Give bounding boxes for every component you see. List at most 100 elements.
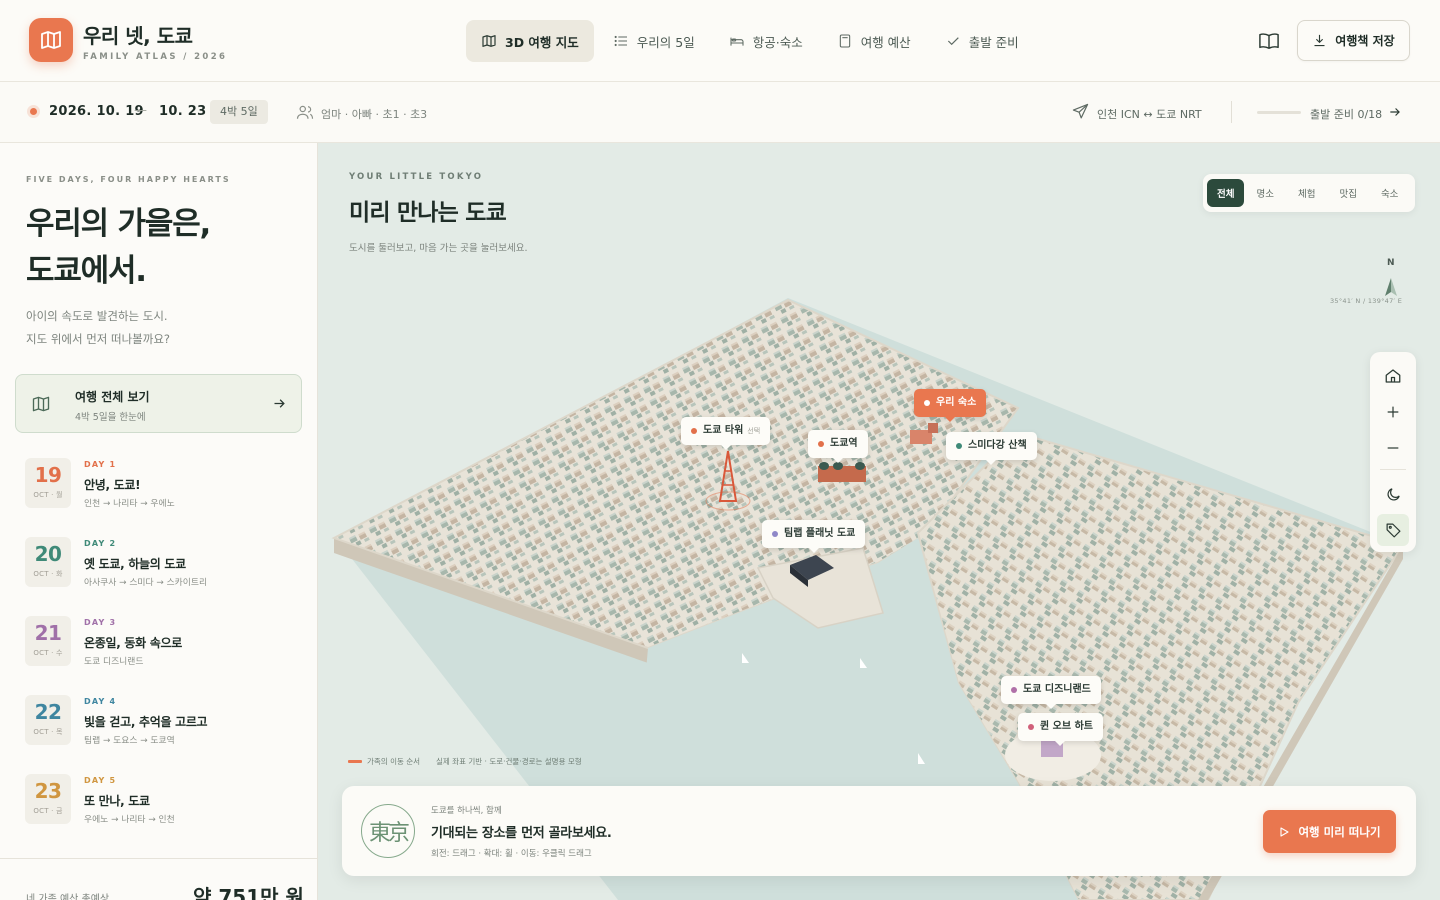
pin-label: 도쿄역: [830, 438, 858, 449]
trip-date-start: 2026. 10. 19: [49, 104, 144, 119]
filter-activities[interactable]: 체험: [1286, 179, 1327, 207]
day-item-1[interactable]: 19 OCT · 월 DAY 1 안녕, 도쿄! 인천 → 나리타 → 우에노: [0, 456, 317, 526]
check-icon: [947, 37, 959, 46]
zoom-out-button[interactable]: [1377, 432, 1409, 464]
day-title: 온종일, 동화 속으로: [84, 636, 182, 650]
tag-icon: [1386, 523, 1400, 537]
category-filter: 전체 명소 체험 맛집 숙소: [1203, 174, 1415, 212]
arrow-right-icon[interactable]: [1388, 105, 1402, 119]
trip-nights-badge: 4박 5일: [210, 100, 268, 124]
pin-tokyo-tower[interactable]: 도쿄 타워 선택: [681, 417, 771, 450]
nav-five-days[interactable]: 우리의 5일: [598, 20, 710, 62]
zoom-in-button[interactable]: [1377, 396, 1409, 428]
reset-view-button[interactable]: [1377, 360, 1409, 392]
home-icon: [1385, 369, 1401, 383]
guidebook-button[interactable]: [1252, 26, 1286, 56]
folded-map-icon: [41, 31, 61, 49]
pin-disneyland[interactable]: 도쿄 디즈니랜드: [1001, 676, 1101, 709]
compass-icon: [1385, 278, 1397, 296]
trip-overview-button[interactable]: 여행 전체 보기 4박 5일을 한눈에: [15, 374, 302, 433]
day-number: 20: [34, 542, 62, 566]
flight-route: 인천 ICN ↔ 도쿄 NRT: [1097, 108, 1202, 121]
filter-lodging[interactable]: 숙소: [1369, 179, 1410, 207]
day-route: 팀랩 → 도요스 → 도쿄역: [84, 736, 175, 746]
nav-prep-label: 출발 준비: [968, 34, 1019, 50]
map-disclaimer: 실제 좌표 기반 · 도로·건물·경로는 설명용 모형: [436, 757, 582, 766]
filter-sights[interactable]: 명소: [1244, 179, 1285, 207]
day-date-badge: 20 OCT · 화: [25, 537, 71, 587]
day-month: OCT · 수: [33, 649, 63, 657]
day-date-badge: 19 OCT · 월: [25, 458, 71, 508]
day-item-3[interactable]: 21 OCT · 수 DAY 3 온종일, 동화 속으로 도쿄 디즈니랜드: [0, 614, 317, 684]
trip-date-separator: —: [134, 103, 147, 118]
map-title: 미리 만나는 도쿄: [349, 200, 507, 226]
day-tag: DAY 4: [84, 697, 117, 706]
sidebar-desc-line2: 지도 위에서 먼저 떠나볼까요?: [26, 332, 171, 346]
filter-all[interactable]: 전체: [1207, 179, 1245, 207]
nav-prep[interactable]: 출발 준비: [930, 20, 1034, 62]
day-tag: DAY 1: [84, 460, 117, 469]
itinerary-sidebar: FIVE DAYS, FOUR HAPPY HEARTS 우리의 가을은, 도쿄…: [0, 143, 318, 900]
logo[interactable]: [29, 18, 73, 62]
pin-tokyo-station[interactable]: 도쿄역: [808, 430, 868, 463]
nav-budget-label: 여행 예산: [860, 34, 911, 50]
trip-date-end: 10. 23: [159, 104, 207, 119]
budget-label: 네 가족 예산 총예상: [26, 894, 110, 900]
trip-members: 엄마 · 아빠 · 초1 · 초3: [321, 108, 428, 121]
compass-label: N: [1387, 258, 1395, 268]
nav-flight-hotel[interactable]: 항공·숙소: [714, 20, 818, 62]
day-item-5[interactable]: 23 OCT · 금 DAY 5 또 만나, 도쿄 우에노 → 나리타 → 인천: [0, 772, 317, 842]
tokyo-stamp: 東京: [361, 804, 415, 858]
save-guidebook-button[interactable]: 여행책 저장: [1297, 20, 1410, 61]
day-number: 23: [34, 779, 62, 803]
overview-title: 여행 전체 보기: [75, 390, 150, 404]
download-icon: [1314, 34, 1325, 47]
day-item-4[interactable]: 22 OCT · 목 DAY 4 빛을 걷고, 추억을 고르고 팀랩 → 도요스…: [0, 693, 317, 763]
day-date-badge: 22 OCT · 목: [25, 695, 71, 745]
day-date-badge: 21 OCT · 수: [25, 616, 71, 666]
nav-3d-map[interactable]: 3D 여행 지도: [466, 20, 594, 62]
pin-teamlab[interactable]: 팀랩 플래닛 도쿄: [762, 520, 866, 553]
pin-label: 도쿄 타워: [703, 425, 744, 436]
pin-queen-of-hearts[interactable]: 퀸 오브 하트: [1018, 713, 1103, 746]
pin-label: 도쿄 디즈니랜드: [1023, 684, 1091, 695]
day-tag: DAY 2: [84, 539, 117, 548]
divider: [0, 858, 317, 859]
map-icon: [32, 396, 50, 412]
prep-progress-label[interactable]: 출발 준비 0/18: [1310, 106, 1382, 122]
pin-sumida-walk[interactable]: 스미다강 산책: [946, 432, 1037, 465]
day-number: 22: [34, 700, 62, 724]
day-month: OCT · 금: [33, 807, 63, 815]
nav-budget[interactable]: 여행 예산: [822, 20, 926, 62]
day-title: 또 만나, 도쿄: [84, 794, 150, 808]
map-controls-hint: 회전: 드래그 · 확대: 휠 · 이동: 우클릭 드래그: [431, 849, 592, 859]
pin-our-hotel[interactable]: 우리 숙소: [914, 389, 987, 422]
card-title: 기대되는 장소를 먼저 골라보세요.: [431, 826, 612, 841]
route-legend-label: 가족의 이동 순서: [367, 757, 421, 766]
sidebar-desc-line1: 아이의 속도로 발견하는 도시.: [26, 309, 168, 323]
day-month: OCT · 화: [33, 570, 63, 578]
sidebar-title-line2: 도쿄에서.: [26, 253, 147, 289]
night-mode-button[interactable]: [1377, 478, 1409, 510]
day-route: 우에노 → 나리타 → 인천: [84, 815, 175, 825]
divider: [1380, 469, 1406, 470]
day-month: OCT · 월: [33, 491, 63, 499]
day-item-2[interactable]: 20 OCT · 화 DAY 2 옛 도쿄, 하늘의 도쿄 아사쿠사 → 스미다…: [0, 535, 317, 605]
brand-subtitle: FAMILY ATLAS / 2026: [83, 52, 228, 62]
filter-food[interactable]: 맛집: [1327, 179, 1368, 207]
nav-flight-hotel-label: 항공·숙소: [752, 34, 803, 50]
calculator-icon: [839, 34, 850, 48]
preview-trip-button[interactable]: 여행 미리 떠나기: [1263, 810, 1396, 853]
sidebar-title-line1: 우리의 가을은,: [26, 206, 211, 242]
label-toggle-button[interactable]: [1377, 514, 1409, 546]
day-tag: DAY 5: [84, 776, 117, 785]
day-title: 빛을 걷고, 추억을 고르고: [84, 715, 208, 729]
budget-value: 약 751만 원: [193, 885, 304, 900]
trip-status-dot: [30, 108, 37, 115]
map-icon: [482, 35, 496, 47]
pin-extra: 선택: [747, 427, 761, 435]
zoom-in-icon: [1387, 406, 1399, 418]
day-tag: DAY 3: [84, 618, 117, 627]
night-mode-icon: [1387, 487, 1400, 500]
sidebar-description: 아이의 속도로 발견하는 도시. 지도 위에서 먼저 떠나볼까요?: [26, 305, 296, 351]
